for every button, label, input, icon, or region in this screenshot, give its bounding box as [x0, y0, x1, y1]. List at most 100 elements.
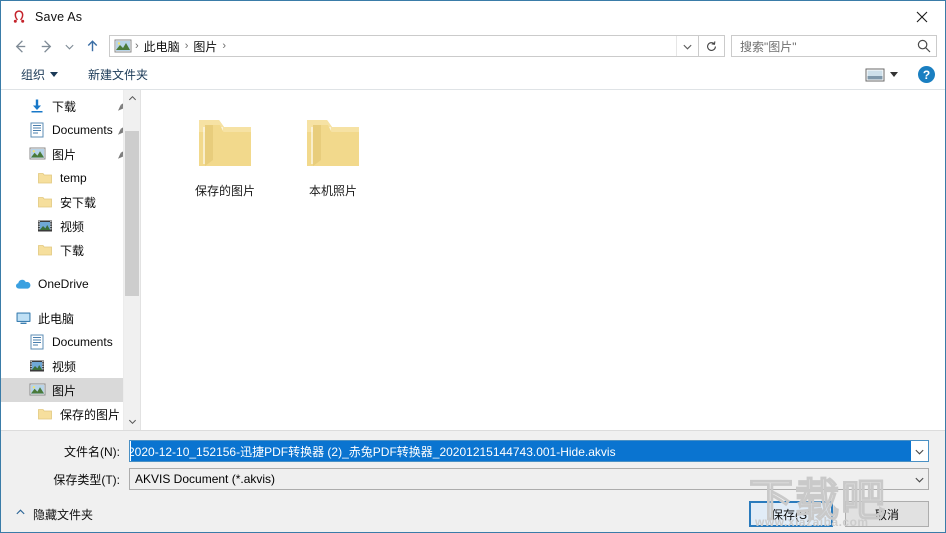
folder-item[interactable]: 保存的图片	[171, 106, 279, 199]
chevron-down-icon	[915, 449, 924, 455]
sidebar-scrollbar[interactable]	[123, 90, 140, 430]
navigation-sidebar: 下载 Documents 图片 temp 安下载 视频 下载 OneDrive …	[1, 90, 140, 430]
window-title: Save As	[35, 9, 83, 24]
sidebar-item-downloads-folder[interactable]: 下载	[1, 238, 140, 262]
organize-label: 组织	[21, 68, 46, 82]
sidebar-item-label: 图片	[52, 383, 77, 398]
document-icon	[29, 122, 46, 138]
sidebar-item-anxiazai[interactable]: 安下载	[1, 190, 140, 214]
sidebar-item-label: 视频	[60, 219, 85, 234]
sidebar-item-videos[interactable]: 视频	[1, 214, 140, 238]
scroll-up-button[interactable]	[124, 90, 140, 107]
new-folder-button[interactable]: 新建文件夹	[82, 63, 154, 86]
folder-name-label: 本机照片	[308, 184, 357, 198]
filename-field[interactable]: 2020-12-10_152156-迅捷PDF转换器 (2)_赤兔PDF转换器_…	[129, 440, 929, 462]
sidebar-item-pictures[interactable]: 图片	[1, 142, 140, 166]
save-button[interactable]: 保存(S)	[749, 501, 833, 527]
filename-row: 文件名(N): 2020-12-10_152156-迅捷PDF转换器 (2)_赤…	[17, 440, 929, 462]
view-layout-icon	[865, 67, 885, 83]
folder-name-label: 保存的图片	[194, 184, 255, 198]
filetype-value[interactable]: AKVIS Document (*.akvis)	[130, 472, 911, 486]
sidebar-item-this-pc[interactable]: 此电脑	[1, 306, 140, 330]
file-list-pane[interactable]: 保存的图片 本机照片	[141, 90, 945, 430]
sidebar-item-label: Documents	[52, 123, 113, 137]
address-dropdown-button[interactable]	[676, 36, 698, 56]
sidebar-item-label: 此电脑	[38, 311, 75, 326]
chevron-down-icon	[890, 72, 898, 77]
save-as-dialog: Save As › 此电脑 › 图片 › 搜索"图片" 组织 新建文件夹 ? 下…	[0, 0, 946, 533]
sidebar-item-pc-pictures[interactable]: 图片	[1, 378, 140, 402]
filetype-field[interactable]: AKVIS Document (*.akvis)	[129, 468, 929, 490]
scroll-down-button[interactable]	[124, 413, 140, 430]
hide-folders-button[interactable]: 隐藏文件夹	[15, 506, 93, 523]
filetype-label: 保存类型(T):	[53, 472, 120, 487]
folder-icon	[193, 116, 257, 170]
back-button[interactable]	[7, 34, 33, 58]
cancel-button[interactable]: 取消	[845, 501, 929, 527]
folder-item[interactable]: 本机照片	[279, 106, 387, 199]
search-input[interactable]: 搜索"图片"	[740, 38, 916, 55]
pictures-icon	[29, 146, 46, 162]
help-button[interactable]: ?	[918, 66, 935, 83]
sidebar-item-saved-pictures[interactable]: 保存的图片	[1, 402, 140, 426]
sidebar-item-temp[interactable]: temp	[1, 166, 140, 190]
sidebar-item-label: 下载	[52, 99, 77, 114]
up-button[interactable]	[79, 34, 105, 58]
chevron-down-icon	[50, 72, 59, 77]
filename-input[interactable]: 2020-12-10_152156-迅捷PDF转换器 (2)_赤兔PDF转换器_…	[131, 441, 911, 461]
breadcrumb-this-pc[interactable]: 此电脑	[140, 38, 184, 55]
sidebar-item-label: temp	[60, 171, 87, 185]
organize-button[interactable]: 组织	[15, 63, 64, 86]
breadcrumb-pictures[interactable]: 图片	[189, 38, 221, 55]
search-box[interactable]: 搜索"图片"	[731, 35, 937, 57]
hide-folders-label: 隐藏文件夹	[33, 507, 94, 522]
refresh-button[interactable]	[699, 35, 725, 57]
arrow-left-icon	[15, 39, 25, 53]
address-bar[interactable]: › 此电脑 › 图片 ›	[109, 35, 699, 57]
search-icon	[916, 38, 932, 54]
sidebar-item-pc-documents[interactable]: Documents	[1, 330, 140, 354]
sidebar-item-downloads[interactable]: 下载	[1, 94, 140, 118]
save-form: 文件名(N): 2020-12-10_152156-迅捷PDF转换器 (2)_赤…	[1, 430, 945, 492]
scrollbar-thumb[interactable]	[125, 131, 139, 296]
dialog-body: 下载 Documents 图片 temp 安下载 视频 下载 OneDrive …	[1, 90, 945, 430]
arrow-up-icon	[87, 39, 97, 51]
folder-icon	[37, 242, 54, 258]
folder-icon	[37, 170, 54, 186]
title-bar: Save As	[1, 1, 945, 32]
filetype-dropdown-button[interactable]	[911, 469, 928, 489]
sidebar-item-label: 下载	[60, 243, 85, 258]
sidebar-item-label: 安下载	[60, 195, 97, 210]
cloud-icon	[15, 276, 32, 292]
folder-icon	[37, 194, 54, 210]
video-icon	[29, 358, 46, 374]
video-icon	[37, 218, 54, 234]
chevron-up-icon	[15, 507, 26, 521]
sidebar-item-label: 保存的图片	[60, 407, 121, 422]
sidebar-item-pc-videos[interactable]: 视频	[1, 354, 140, 378]
recent-locations-button[interactable]	[59, 34, 79, 58]
chevron-down-icon	[128, 419, 136, 425]
close-icon	[916, 11, 928, 22]
download-arrow-icon	[29, 98, 46, 114]
sidebar-item-documents[interactable]: Documents	[1, 118, 140, 142]
computer-icon	[15, 310, 32, 326]
refresh-icon	[707, 40, 716, 51]
sidebar-item-onedrive[interactable]: OneDrive	[1, 272, 140, 296]
new-folder-label: 新建文件夹	[88, 68, 149, 82]
filename-dropdown-button[interactable]	[911, 441, 928, 461]
forward-button[interactable]	[33, 34, 59, 58]
close-button[interactable]	[899, 1, 945, 32]
dialog-footer: 隐藏文件夹 保存(S) 取消	[1, 492, 945, 532]
help-label: ?	[922, 67, 931, 82]
view-options-button[interactable]	[859, 64, 904, 86]
command-toolbar: 组织 新建文件夹 ?	[1, 60, 945, 90]
sidebar-item-label: 图片	[52, 147, 77, 162]
chevron-down-icon	[915, 477, 924, 483]
filename-label: 文件名(N):	[64, 444, 120, 459]
folder-icon	[301, 116, 365, 170]
chevron-up-icon	[128, 95, 136, 101]
sidebar-scroll-region: 下载 Documents 图片 temp 安下载 视频 下载 OneDrive …	[1, 90, 140, 430]
